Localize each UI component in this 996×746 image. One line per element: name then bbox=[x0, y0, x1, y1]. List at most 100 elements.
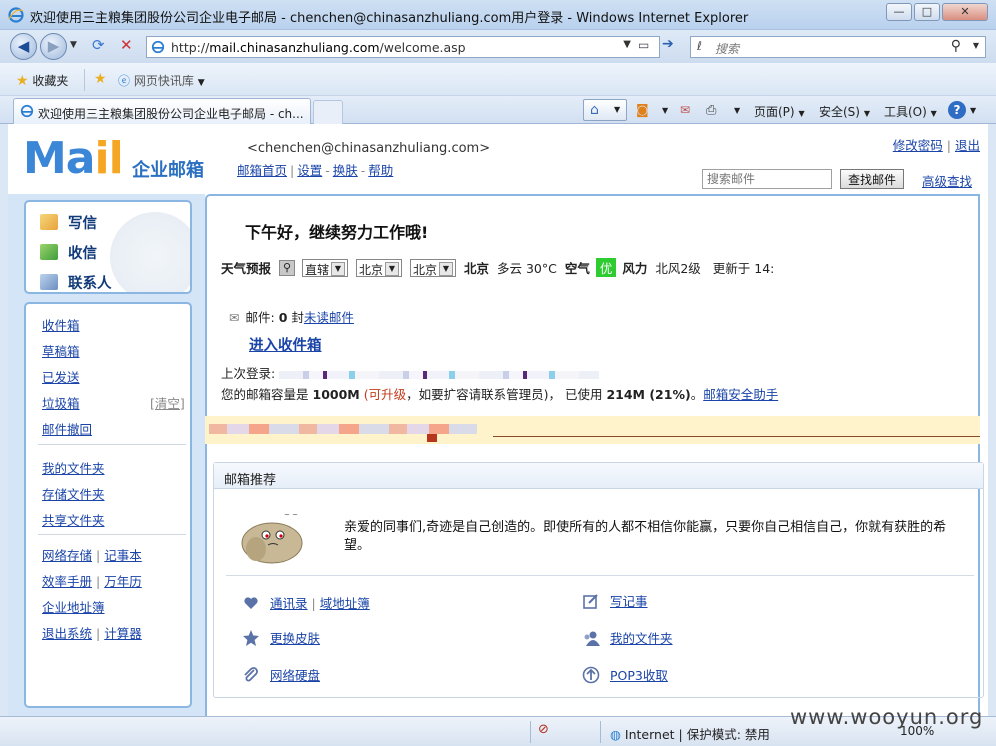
help-link[interactable]: 帮助 bbox=[368, 163, 393, 178]
motivational-quote: 亲爱的同事们,奇迹是自己创造的。即使所有的人都不相信你能赢，只要你自己相信自己，… bbox=[344, 520, 947, 553]
close-window-button[interactable]: ✕ bbox=[942, 3, 988, 21]
svg-text:~ ~: ~ ~ bbox=[284, 511, 298, 519]
help-icon[interactable]: ? bbox=[948, 101, 966, 119]
my-folder-link[interactable]: 我的文件夹 bbox=[610, 631, 673, 646]
folder-inbox[interactable]: 收件箱 bbox=[42, 315, 80, 334]
home-button[interactable]: ⌂ ▼ bbox=[583, 99, 627, 121]
window-titlebar: 欢迎使用三主粮集团股份公司企业电子邮局 - chenchen@chinasanz… bbox=[0, 0, 996, 30]
contacts-row: 通讯录 | 域地址簿 bbox=[242, 593, 370, 612]
net-storage-link[interactable]: 网络存储 bbox=[42, 548, 92, 563]
search-engine-icon: ℓ bbox=[697, 39, 702, 53]
advanced-search-link[interactable]: 高级查找 bbox=[922, 171, 972, 190]
quota-used: 214M (21%) bbox=[606, 387, 691, 402]
company-address-book-link[interactable]: 企业地址簿 bbox=[42, 597, 105, 616]
settings-link[interactable]: 设置 bbox=[297, 163, 322, 178]
planner-link[interactable]: 效率手册 bbox=[42, 574, 92, 589]
history-dropdown-icon[interactable]: ▼ bbox=[70, 40, 77, 50]
mail-home-link[interactable]: 邮箱首页 bbox=[237, 163, 287, 178]
forward-button[interactable]: ▶ bbox=[40, 33, 67, 60]
popup-blocker-icon[interactable]: ⊘ bbox=[538, 722, 549, 737]
weather-updated: 更新于 14: bbox=[712, 261, 775, 276]
quota-prefix: 您的邮箱容量是 bbox=[221, 387, 309, 402]
contacts-button[interactable]: 联系人 bbox=[40, 272, 112, 292]
feeds-dropdown-icon[interactable]: ▼ bbox=[662, 106, 668, 115]
recommend-panel: 邮箱推荐 ~ ~ 亲爱的同事们,奇迹是自己创造的。即使所有的人都不相信你能赢，只… bbox=[213, 462, 984, 698]
address-dropdown-icon[interactable]: ▼ bbox=[623, 39, 631, 50]
write-note-link[interactable]: 写记事 bbox=[610, 594, 648, 609]
search-mail-button[interactable]: 查找邮件 bbox=[840, 169, 904, 189]
add-favorite-icon[interactable]: ★ bbox=[94, 71, 107, 87]
shared-folders-link[interactable]: 共享文件夹 bbox=[42, 510, 105, 529]
star-icon bbox=[242, 629, 260, 647]
active-tab[interactable]: 欢迎使用三主粮集团股份公司企业电子邮局 - ch... bbox=[13, 98, 311, 124]
weather-bar: 天气预报 ⚲ 直辖 北京 北京 北京 多云 30°C 空气 优 风力 北风2级 … bbox=[221, 258, 774, 280]
security-assistant-link[interactable]: 邮箱安全助手 bbox=[703, 387, 778, 402]
back-button[interactable]: ◀ bbox=[10, 33, 37, 60]
compat-view-icon[interactable]: ▭ bbox=[638, 38, 649, 52]
tab-title: 欢迎使用三主粮集团股份公司企业电子邮局 - ch... bbox=[38, 107, 304, 121]
redacted-mark bbox=[427, 434, 437, 442]
safety-menu[interactable]: 安全(S) ▼ bbox=[819, 103, 870, 120]
change-skin-link[interactable]: 更换皮肤 bbox=[270, 631, 320, 646]
address-list-link[interactable]: 通讯录 bbox=[270, 596, 308, 611]
feeds-icon[interactable]: ◙ bbox=[636, 103, 649, 118]
calendar-link[interactable]: 万年历 bbox=[104, 574, 142, 589]
go-icon[interactable]: ➔ bbox=[662, 36, 674, 52]
unread-mail-link[interactable]: 未读邮件 bbox=[304, 310, 354, 325]
calculator-link[interactable]: 计算器 bbox=[104, 626, 142, 641]
refresh-icon[interactable]: ⟳ bbox=[92, 36, 105, 54]
web-slice-gallery-button[interactable]: ⓔ 网页快讯库 ▼ bbox=[118, 72, 205, 89]
favorites-button[interactable]: ★ 收藏夹 bbox=[16, 72, 68, 89]
weather-search-icon[interactable]: ⚲ bbox=[279, 259, 295, 276]
skin-link[interactable]: 换肤 bbox=[333, 163, 358, 178]
divider bbox=[38, 444, 186, 445]
users-icon bbox=[582, 629, 600, 647]
main-content: 下午好，继续努力工作哦! 天气预报 ⚲ 直辖 北京 北京 北京 多云 30°C … bbox=[205, 194, 988, 716]
minimize-button[interactable]: — bbox=[886, 3, 912, 21]
folder-trash[interactable]: 垃圾箱 bbox=[42, 393, 80, 412]
globe-icon: ◍ bbox=[610, 727, 621, 742]
help-dropdown-icon[interactable]: ▼ bbox=[970, 106, 976, 115]
maximize-button[interactable]: □ bbox=[914, 3, 940, 21]
my-folders-link[interactable]: 我的文件夹 bbox=[42, 458, 105, 477]
storage-folders-link[interactable]: 存储文件夹 bbox=[42, 484, 105, 503]
network-disk-link[interactable]: 网络硬盘 bbox=[270, 668, 320, 683]
exit-system-link[interactable]: 退出系统 bbox=[42, 626, 92, 641]
address-field[interactable]: http://mail.chinasanzhuliang.com/welcome… bbox=[146, 36, 660, 58]
mail-search-input[interactable] bbox=[702, 169, 832, 189]
print-dropdown-icon[interactable]: ▼ bbox=[734, 106, 740, 115]
logout-link[interactable]: 退出 bbox=[955, 138, 980, 153]
new-tab-button[interactable] bbox=[313, 100, 343, 124]
tools-menu[interactable]: 工具(O) ▼ bbox=[884, 103, 937, 120]
contact-card-icon bbox=[40, 274, 58, 290]
compose-label: 写信 bbox=[68, 216, 97, 232]
city-select[interactable]: 北京 bbox=[409, 258, 456, 277]
stop-icon[interactable]: ✕ bbox=[120, 36, 133, 54]
search-dropdown-icon[interactable]: ▼ bbox=[973, 41, 979, 50]
read-mail-icon[interactable]: ✉ bbox=[680, 103, 690, 117]
upload-icon bbox=[582, 666, 600, 684]
region-type-select[interactable]: 直辖 bbox=[301, 258, 348, 277]
receive-button[interactable]: 收信 bbox=[40, 242, 97, 263]
print-icon[interactable]: ⎙ bbox=[706, 103, 716, 118]
domain-address-book-link[interactable]: 域地址簿 bbox=[320, 596, 370, 611]
notepad-link[interactable]: 记事本 bbox=[104, 548, 142, 563]
change-password-link[interactable]: 修改密码 bbox=[893, 138, 943, 153]
empty-trash-link[interactable]: [清空] bbox=[150, 393, 185, 412]
province-select[interactable]: 北京 bbox=[355, 258, 402, 277]
favorites-label: 收藏夹 bbox=[32, 74, 69, 88]
pop3-fetch-link[interactable]: POP3收取 bbox=[610, 668, 668, 683]
search-icon[interactable]: ⚲ bbox=[951, 38, 961, 54]
ie-page-icon: ⓔ bbox=[118, 74, 131, 88]
edit-icon bbox=[582, 592, 600, 610]
compose-button[interactable]: 写信 bbox=[40, 212, 97, 233]
mail-logo: Mail bbox=[23, 133, 124, 184]
folder-recall[interactable]: 邮件撤回 bbox=[42, 419, 92, 438]
folder-drafts[interactable]: 草稿箱 bbox=[42, 341, 80, 360]
window-title: 欢迎使用三主粮集团股份公司企业电子邮局 - chenchen@chinasanz… bbox=[30, 11, 749, 26]
enter-inbox-link[interactable]: 进入收件箱 bbox=[249, 334, 322, 355]
page-menu[interactable]: 页面(P) ▼ bbox=[754, 103, 805, 120]
page-icon bbox=[151, 40, 165, 54]
search-field[interactable]: ℓ 搜索 ⚲ ▼ bbox=[690, 36, 986, 58]
folder-sent[interactable]: 已发送 bbox=[42, 367, 80, 386]
